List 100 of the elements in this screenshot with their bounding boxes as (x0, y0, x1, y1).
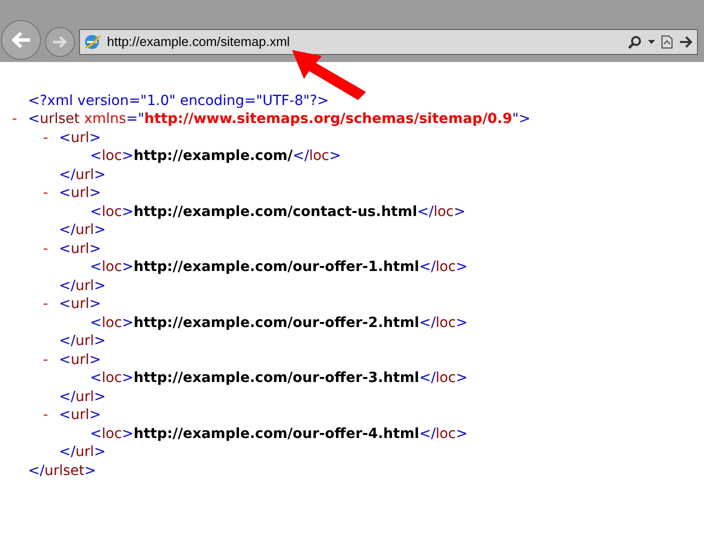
tag-name: urlset (44, 462, 84, 481)
tag-name: loc (102, 202, 122, 222)
xml-bracket: </ (419, 314, 436, 333)
tag-name: url (70, 406, 90, 426)
element-text: http://example.com/our-offer-4.html (134, 424, 420, 444)
xml-bracket: > (89, 128, 101, 148)
xml-bracket: < (90, 424, 102, 444)
xml-bracket: > (122, 258, 134, 278)
xml-bracket: =" (126, 110, 144, 130)
tag-name: url (70, 128, 90, 148)
xml-bracket: > (94, 221, 106, 240)
dropdown-caret-icon (648, 40, 655, 44)
xml-bracket: > (122, 424, 134, 444)
collapse-toggle[interactable]: - (12, 109, 18, 130)
element-text: http://example.com/our-offer-1.html (134, 258, 420, 278)
xml-bracket: </ (419, 258, 436, 278)
xml-bracket: > (456, 314, 468, 333)
xml-bracket: < (90, 147, 102, 166)
xml-bracket: > (89, 240, 101, 259)
tag-name: url (70, 350, 90, 370)
xml-bracket: > (94, 443, 106, 462)
xml-bracket: > (456, 424, 468, 444)
xml-bracket: > (122, 314, 134, 333)
xml-bracket: > (94, 276, 106, 296)
forward-arrow-icon (52, 35, 68, 49)
collapse-toggle[interactable]: - (43, 350, 48, 371)
xml-bracket: < (90, 258, 102, 278)
xml-bracket: > (94, 388, 106, 407)
tag-name: loc (102, 369, 122, 388)
xml-bracket: </ (59, 221, 76, 240)
xml-bracket: > (122, 147, 134, 166)
collapse-toggle[interactable]: - (43, 294, 48, 316)
tag-name: loc (436, 424, 456, 444)
xml-bracket: </ (419, 424, 436, 444)
collapse-toggle[interactable]: - (43, 183, 48, 204)
collapse-toggle[interactable]: - (43, 405, 48, 426)
browser-logo-icon (83, 33, 101, 51)
tag-name: url (75, 166, 94, 185)
tag-name: url (70, 240, 90, 259)
xml-bracket: > (329, 147, 341, 166)
xml-bracket: </ (28, 462, 44, 481)
element-text: http://example.com/our-offer-2.html (134, 314, 420, 333)
xml-bracket: > (89, 295, 101, 314)
go-arrow-icon (679, 36, 693, 48)
url-text: http://example.com/sitemap.xml (107, 33, 291, 52)
tag-name: loc (436, 258, 456, 278)
xml-bracket: </ (292, 147, 310, 166)
collapse-toggle[interactable]: - (43, 128, 48, 149)
xml-bracket: </ (59, 166, 76, 185)
search-icon (628, 35, 642, 49)
back-arrow-icon (10, 30, 32, 50)
xml-bracket: "> (512, 110, 530, 130)
back-button[interactable] (1, 20, 41, 60)
collapse-toggle[interactable]: - (43, 238, 48, 260)
tag-name: loc (436, 369, 456, 388)
xml-bracket: > (89, 184, 101, 204)
xml-bracket: </ (417, 202, 434, 222)
tag-name: loc (309, 147, 330, 166)
tag-name: url (70, 295, 90, 314)
element-text: http://example.com/contact-us.html (134, 202, 418, 222)
tag-name: urlset (40, 110, 80, 130)
attribute-name: xmlns (83, 110, 126, 130)
forward-button[interactable] (45, 27, 75, 57)
tag-name: loc (102, 314, 122, 333)
tag-name: url (75, 443, 94, 462)
tag-name: url (75, 221, 94, 240)
xml-bracket: < (59, 350, 71, 370)
tag-name: url (75, 276, 94, 296)
address-bar[interactable]: http://example.com/sitemap.xml (79, 29, 698, 55)
xml-bracket: <?xml version="1.0" encoding="UTF-8"?> (28, 92, 329, 111)
tag-name: url (75, 332, 94, 352)
xml-bracket: < (90, 314, 102, 333)
xml-bracket: < (59, 184, 71, 204)
tag-name: loc (434, 202, 454, 222)
xml-bracket: > (94, 166, 106, 185)
xml-bracket: </ (59, 276, 76, 296)
tag-name: loc (102, 258, 122, 278)
tag-name: loc (102, 424, 122, 444)
tag-name: url (70, 184, 90, 204)
tag-name: url (75, 388, 94, 407)
xml-bracket: < (59, 240, 71, 259)
xml-bracket: > (94, 332, 106, 352)
xml-bracket: > (456, 258, 468, 278)
xml-bracket: > (122, 202, 134, 222)
attribute-value: http://www.sitemaps.org/schemas/sitemap/0.9 (144, 110, 512, 130)
tag-name: loc (102, 147, 122, 166)
xml-bracket: > (456, 369, 468, 388)
xml-bracket: < (59, 295, 71, 314)
xml-bracket: < (90, 202, 102, 222)
page-icon (661, 35, 673, 49)
tag-name: loc (436, 314, 456, 333)
xml-bracket: < (59, 406, 71, 426)
xml-bracket: < (59, 128, 71, 148)
xml-bracket: </ (419, 369, 436, 388)
xml-bracket: </ (59, 443, 76, 462)
xml-bracket: > (84, 462, 96, 481)
xml-bracket: < (28, 110, 40, 130)
xml-bracket: < (90, 369, 102, 388)
xml-bracket: > (89, 406, 101, 426)
xml-bracket: </ (59, 388, 76, 407)
